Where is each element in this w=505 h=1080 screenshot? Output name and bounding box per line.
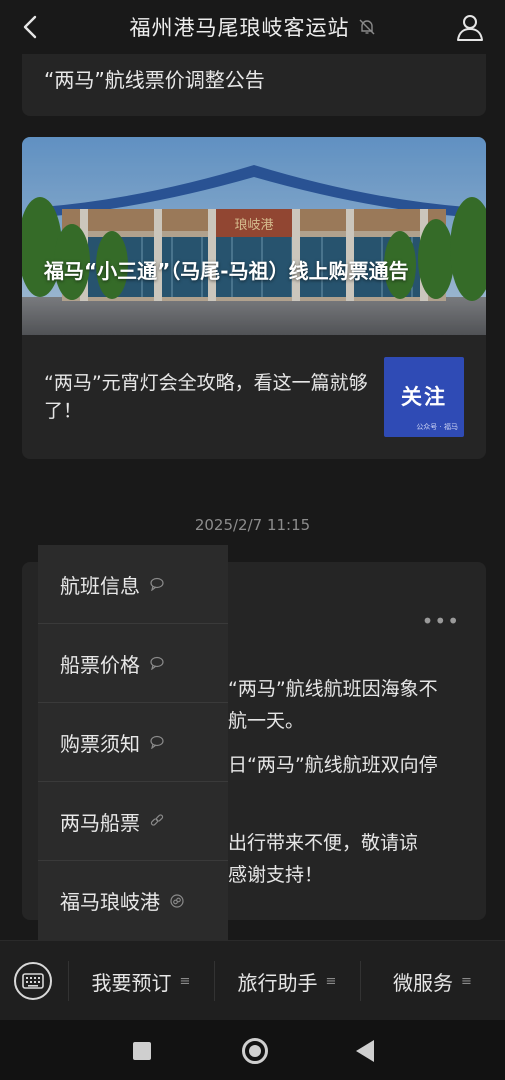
- keyboard-icon[interactable]: [14, 962, 52, 1000]
- submenu-item-ticket-price[interactable]: 船票价格: [38, 624, 228, 703]
- submenu-item-label: 两马船票: [60, 810, 140, 835]
- menu-list-icon: ≡: [461, 973, 472, 989]
- menu-item-booking[interactable]: 我要预订 ≡: [68, 941, 214, 1021]
- submenu-popup: 航班信息 船票价格 购票须知 两马船票 福马琅岐港: [38, 545, 228, 941]
- menu-item-label: 旅行助手: [237, 970, 318, 995]
- submenu-item-label: 船票价格: [60, 652, 140, 677]
- bell-off-icon: [359, 19, 374, 35]
- system-nav-bar: [0, 1020, 505, 1080]
- home-icon[interactable]: [242, 1038, 268, 1064]
- submenu-item-purchase-notes[interactable]: 购票须知: [38, 703, 228, 782]
- article-title: “两马”元宵灯会全攻略，看这一篇就够了！: [44, 372, 368, 422]
- recent-apps-icon[interactable]: [133, 1042, 151, 1060]
- keyboard-glyph: [22, 973, 44, 989]
- article-card[interactable]: 琅岐港 福马“小三通”（马尾-马祖）线上购票通告 “两马”元宵灯会全攻略，看这一…: [22, 137, 486, 459]
- message-timestamp: 2025/2/7 11:15: [194, 516, 311, 534]
- submenu-item-flight-info[interactable]: 航班信息: [38, 545, 228, 624]
- message-line: 日“两马”航线航班双向停: [228, 754, 438, 776]
- user-icon[interactable]: [455, 12, 485, 42]
- message-line: “两马”航线航班因海象不: [228, 678, 438, 700]
- chat-bubble-icon: [150, 735, 164, 749]
- thumbnail-text: 关注: [401, 385, 447, 409]
- article-list-item[interactable]: “两马”航线票价调整公告: [22, 54, 486, 116]
- menu-item-label: 微服务: [393, 970, 454, 995]
- hero-article-title: 福马“小三通”（马尾-马祖）线上购票通告: [44, 259, 409, 283]
- submenu-item-label: 航班信息: [60, 573, 140, 598]
- chat-header: 福州港马尾琅岐客运站: [0, 0, 505, 54]
- title-wrap: 福州港马尾琅岐客运站: [0, 0, 505, 54]
- message-line: 感谢支持！: [228, 864, 324, 886]
- submenu-item-ferry-tickets[interactable]: 两马船票: [38, 782, 228, 861]
- back-icon[interactable]: [356, 1040, 374, 1062]
- submenu-item-label: 购票须知: [60, 731, 140, 756]
- terminal-building-image: 琅岐港: [22, 137, 486, 335]
- menu-item-label: 我要预订: [91, 970, 172, 995]
- link-icon: [150, 814, 164, 826]
- submenu-item-label: 福马琅岐港: [60, 890, 160, 914]
- page-title: 福州港马尾琅岐客运站: [129, 16, 350, 40]
- thumbnail-caption: 公众号 · 福马: [416, 423, 458, 431]
- menu-list-icon: ≡: [325, 973, 337, 989]
- more-options-icon[interactable]: •••: [422, 611, 460, 631]
- message-line: 出行带来不便，敬请谅: [228, 832, 419, 854]
- menu-item-micro-services[interactable]: 微服务 ≡: [360, 941, 505, 1021]
- article-title: “两马”航线票价调整公告: [44, 68, 265, 92]
- menu-item-travel-assistant[interactable]: 旅行助手 ≡: [214, 941, 360, 1021]
- article-thumbnail: 关注 公众号 · 福马: [384, 357, 464, 437]
- mini-program-icon: [170, 893, 184, 908]
- submenu-item-langqi-port[interactable]: 福马琅岐港: [38, 861, 228, 940]
- chat-bubble-icon: [150, 577, 164, 591]
- message-line: 航一天。: [228, 710, 305, 732]
- account-menu-bar: 我要预订 ≡ 旅行助手 ≡ 微服务 ≡: [0, 940, 505, 1020]
- chat-bubble-icon: [150, 656, 164, 670]
- menu-list-icon: ≡: [179, 973, 191, 989]
